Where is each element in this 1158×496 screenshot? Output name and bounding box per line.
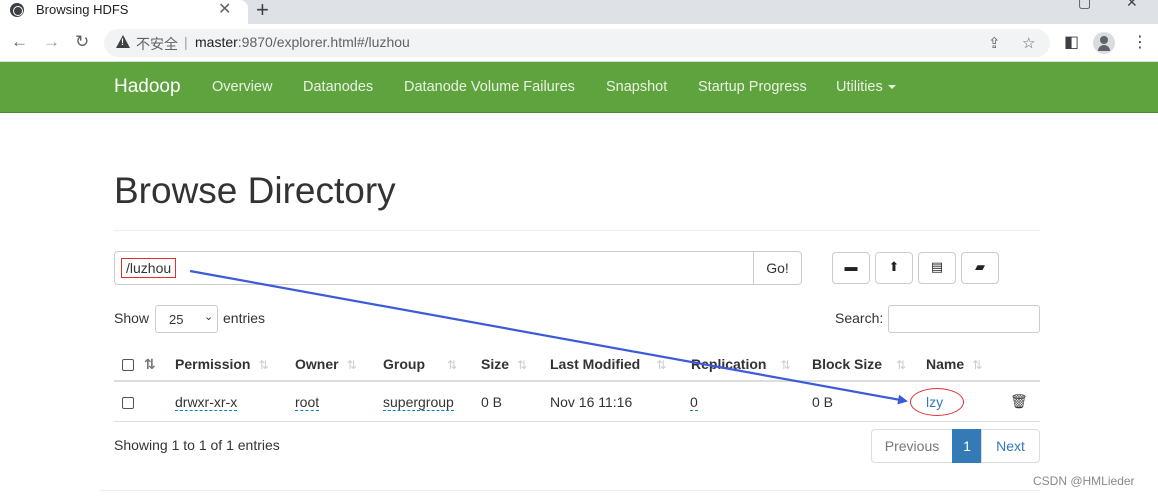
- trash-icon[interactable]: 🗑: [1010, 393, 1028, 410]
- cell-name-link[interactable]: lzy: [926, 394, 943, 410]
- column-name-label: Name: [926, 356, 965, 372]
- page-1-button[interactable]: 1: [952, 429, 982, 463]
- footer-divider: [100, 490, 1040, 491]
- entries-info: Showing 1 to 1 of 1 entries: [114, 437, 280, 453]
- column-replication-label: Replication: [691, 356, 767, 372]
- address-separator: |: [184, 34, 188, 50]
- row-checkbox[interactable]: [122, 397, 134, 409]
- back-icon[interactable]: ←: [11, 33, 28, 51]
- tab-title: Browsing HDFS: [36, 2, 129, 17]
- cell-owner[interactable]: root: [295, 394, 320, 411]
- paste-folder-button[interactable]: ▰: [961, 252, 999, 284]
- hadoop-navbar: Hadoop Overview Datanodes Datanode Volum…: [0, 62, 1158, 113]
- search-input[interactable]: [888, 305, 1040, 333]
- url-host: master: [195, 34, 238, 50]
- sort-icon[interactable]: ⇅: [144, 356, 156, 373]
- column-block-size-label: Block Size: [812, 356, 883, 372]
- list-alt-icon: ▤: [930, 259, 944, 274]
- column-group-label: Group: [383, 356, 425, 372]
- sort-icon: ⇅: [517, 358, 528, 372]
- nav-datanode-volume-failures[interactable]: Datanode Volume Failures: [404, 79, 575, 95]
- sort-icon: ⇅: [346, 358, 357, 372]
- table-header: ⇅ Permission ⇅ Owner ⇅ Group ⇅ Size ⇅ Last M…: [114, 348, 1040, 382]
- cell-block-size: 0 B: [812, 394, 834, 410]
- close-window-icon[interactable]: ✕: [1126, 0, 1138, 11]
- url-text[interactable]: master:9870/explorer.html#/luzhou: [195, 34, 410, 50]
- path-input-group: /luzhou Go!: [114, 251, 802, 285]
- go-button[interactable]: Go!: [753, 251, 802, 285]
- cell-size: 0 B: [481, 394, 503, 410]
- forward-icon[interactable]: →: [43, 33, 60, 51]
- column-size-label: Size: [481, 356, 510, 372]
- folder-open-icon: ▬: [844, 259, 858, 274]
- bookmark-star-icon[interactable]: ☆: [1022, 34, 1035, 52]
- restore-window-icon[interactable]: ▢: [1078, 0, 1091, 11]
- nav-utilities-label: Utilities: [836, 79, 883, 95]
- url-path: :9870/explorer.html#/luzhou: [237, 34, 410, 50]
- close-icon[interactable]: ✕: [218, 0, 231, 20]
- show-label: Show: [114, 310, 150, 326]
- brand-logo[interactable]: Hadoop: [114, 76, 181, 98]
- table-row: drwxr-xr-x root supergroup 0 B Nov 16 11…: [114, 384, 1040, 422]
- folder-share-icon: ▰: [975, 259, 985, 274]
- security-label[interactable]: 不安全: [136, 34, 178, 54]
- entries-label: entries: [223, 310, 266, 326]
- sort-icon: ⇅: [656, 358, 667, 372]
- column-group[interactable]: Group ⇅: [383, 356, 457, 372]
- cut-paste-list-button[interactable]: ▤: [918, 252, 956, 284]
- globe-icon: [10, 3, 24, 17]
- upload-button[interactable]: ⬆: [875, 252, 913, 284]
- column-name[interactable]: Name ⇅: [926, 356, 982, 372]
- browser-toolbar: ← → ↻ 不安全 | master:9870/explorer.html#/l…: [0, 24, 1158, 62]
- column-size[interactable]: Size ⇅: [481, 356, 527, 372]
- cell-permission[interactable]: drwxr-xr-x: [175, 394, 238, 411]
- next-page-button[interactable]: Next: [981, 429, 1040, 463]
- select-all-checkbox[interactable]: [122, 359, 134, 371]
- reload-icon[interactable]: ↻: [75, 33, 89, 51]
- address-bar[interactable]: 不安全 | master:9870/explorer.html#/luzhou …: [104, 29, 1050, 57]
- entries-value: 25: [169, 312, 184, 327]
- sort-icon: ⇅: [447, 358, 458, 372]
- previous-page-button[interactable]: Previous: [871, 429, 953, 463]
- side-panel-icon[interactable]: ◧: [1064, 32, 1079, 52]
- nav-snapshot[interactable]: Snapshot: [606, 79, 667, 95]
- browser-tab-strip: Browsing HDFS ✕ + ▢ ✕: [0, 0, 1158, 24]
- page-title: Browse Directory: [114, 170, 396, 211]
- create-directory-button[interactable]: ▬: [832, 252, 870, 284]
- column-permission[interactable]: Permission ⇅: [175, 356, 269, 372]
- share-icon[interactable]: ⇪: [988, 34, 1001, 52]
- title-divider: [114, 230, 1040, 231]
- column-owner[interactable]: Owner ⇅: [295, 356, 357, 372]
- sort-icon: ⇅: [972, 358, 983, 372]
- directory-path-value: /luzhou: [121, 258, 177, 278]
- sort-icon: ⇅: [896, 358, 907, 372]
- nav-overview[interactable]: Overview: [212, 79, 272, 95]
- column-last-modified-label: Last Modified: [550, 356, 641, 372]
- cell-last-modified: Nov 16 11:16: [550, 394, 633, 410]
- browser-tab[interactable]: Browsing HDFS ✕: [0, 0, 248, 24]
- entries-per-page-select[interactable]: 25 ⌄: [155, 305, 218, 333]
- caret-down-icon: [887, 85, 896, 90]
- cell-group[interactable]: supergroup: [383, 394, 454, 411]
- warning-icon[interactable]: [116, 35, 130, 48]
- menu-kebab-icon[interactable]: ⋮: [1132, 32, 1148, 52]
- profile-avatar-icon[interactable]: [1093, 32, 1115, 54]
- column-owner-label: Owner: [295, 356, 339, 372]
- column-last-modified[interactable]: Last Modified ⇅: [550, 356, 666, 372]
- column-permission-label: Permission: [175, 356, 251, 372]
- nav-utilities[interactable]: Utilities: [836, 79, 896, 95]
- directory-path-input[interactable]: /luzhou: [114, 251, 754, 285]
- watermark: CSDN @HMLieder: [1033, 474, 1135, 488]
- chevron-down-icon: ⌄: [204, 311, 214, 323]
- new-tab-icon[interactable]: +: [256, 0, 269, 22]
- column-replication[interactable]: Replication ⇅: [691, 356, 791, 372]
- nav-startup-progress[interactable]: Startup Progress: [698, 79, 807, 95]
- search-label: Search:: [835, 310, 884, 326]
- cell-replication[interactable]: 0: [690, 394, 698, 411]
- cloud-upload-icon: ⬆: [888, 259, 900, 274]
- nav-datanodes[interactable]: Datanodes: [303, 79, 373, 95]
- sort-icon: ⇅: [780, 358, 791, 372]
- sort-icon: ⇅: [258, 358, 269, 372]
- column-block-size[interactable]: Block Size ⇅: [812, 356, 906, 372]
